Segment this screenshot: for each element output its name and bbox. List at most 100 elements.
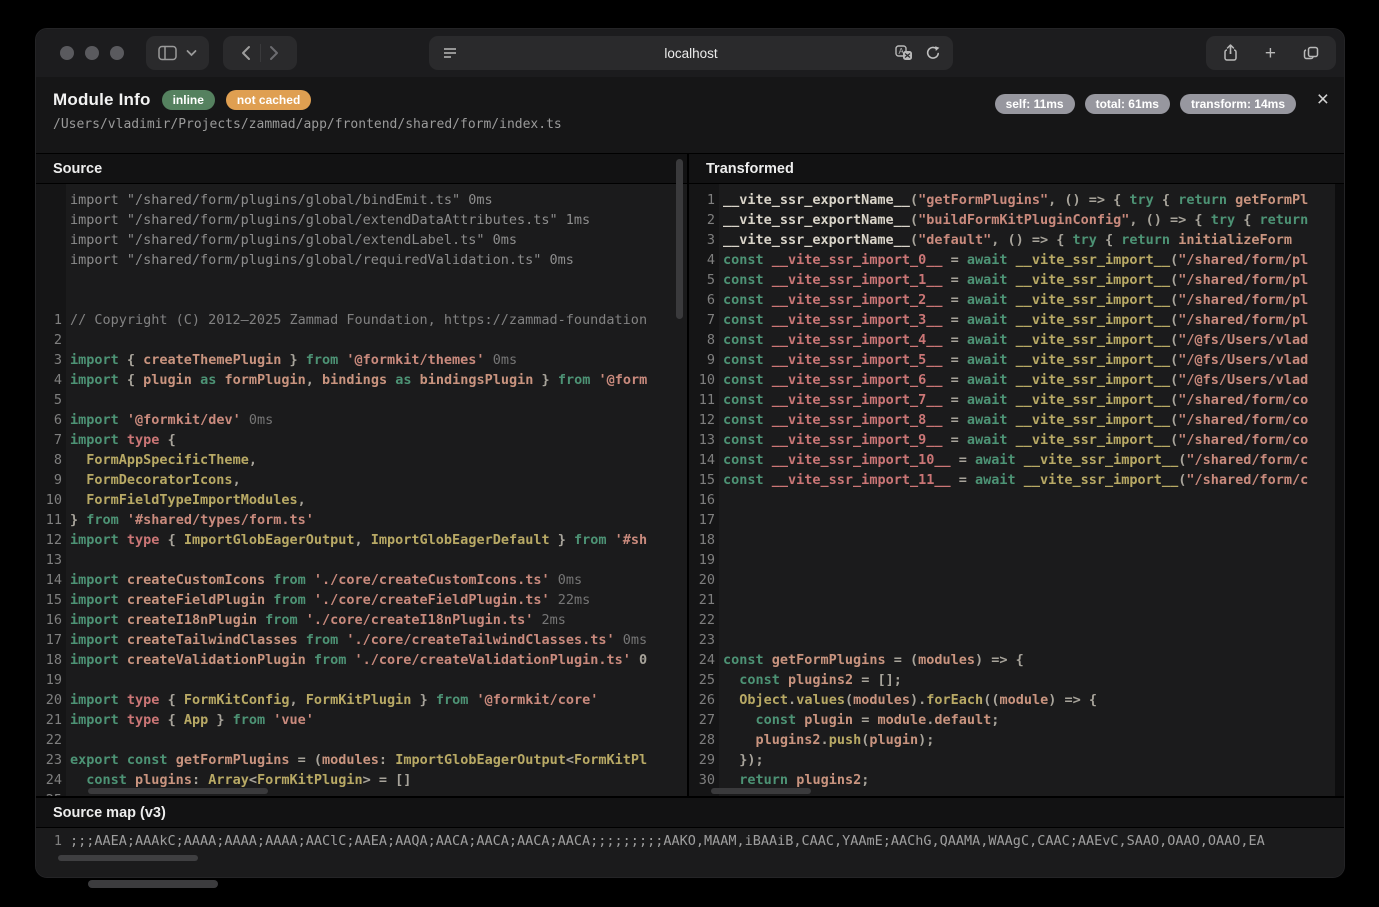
code-line: 12const __vite_ssr_import_8__ = await __… [689,410,1344,430]
code-line: 10const __vite_ssr_import_6__ = await __… [689,370,1344,390]
source-panel-title: Source [36,154,687,184]
source-code: import "/shared/form/plugins/global/bind… [36,184,687,797]
browser-toolbar: localhost A [36,29,1344,77]
code-line: 3import { createThemePlugin } from '@for… [36,350,687,370]
code-line: 26 Object.values(modules).forEach((modul… [689,690,1344,710]
code-line: 14import createCustomIcons from './core/… [36,570,687,590]
code-line: 4import { plugin as formPlugin, bindings… [36,370,687,390]
code-line: 5 [36,390,687,410]
code-line: 11const __vite_ssr_import_7__ = await __… [689,390,1344,410]
source-vertical-scrollbar[interactable] [676,159,683,319]
address-bar[interactable]: localhost A [429,36,953,70]
inline-badge: inline [162,90,215,110]
code-line: 6const __vite_ssr_import_2__ = await __v… [689,290,1344,310]
code-line: 13 [36,550,687,570]
forward-button[interactable] [269,45,280,61]
desktop: { "browser": { "url": "localhost", "icon… [0,0,1379,907]
total-time-badge: total: 61ms [1085,94,1170,114]
code-line: import "/shared/form/plugins/global/requ… [36,250,687,270]
code-line: 17 [689,510,1344,530]
code-line: 18import createValidationPlugin from './… [36,650,687,670]
code-line: 24const getFormPlugins = (modules) => { [689,650,1344,670]
code-line: 16 [689,490,1344,510]
code-line: 7const __vite_ssr_import_3__ = await __v… [689,310,1344,330]
code-line: 3__vite_ssr_exportName__("default", () =… [689,230,1344,250]
code-line: 30 return plugins2; [689,770,1344,790]
chevron-down-icon[interactable] [186,49,197,57]
code-line: 27 const plugin = module.default; [689,710,1344,730]
window-controls [60,46,124,60]
code-line: 6import '@formkit/dev' 0ms [36,410,687,430]
transformed-panel: Transformed 1__vite_ssr_exportName__("ge… [689,154,1344,797]
code-panels: Source import "/shared/form/plugins/glob… [36,153,1344,797]
share-icon[interactable] [1222,43,1239,63]
code-line: 2__vite_ssr_exportName__("buildFormKitPl… [689,210,1344,230]
code-line: 15const __vite_ssr_import_11__ = await _… [689,470,1344,490]
code-line: 8 FormAppSpecificTheme, [36,450,687,470]
sourcemap-section: Source map (v3) 1;;;AAEA;AAAkC;AAAA;AAAA… [36,796,1344,877]
code-line: 2 [36,330,687,350]
code-line: 10 FormFieldTypeImportModules, [36,490,687,510]
code-line: 21import type { App } from 'vue' [36,710,687,730]
transform-time-badge: transform: 14ms [1180,94,1296,114]
code-line: 12import type { ImportGlobEagerOutput, I… [36,530,687,550]
code-line: import "/shared/form/plugins/global/bind… [36,190,687,210]
code-line: 13const __vite_ssr_import_9__ = await __… [689,430,1344,450]
code-line: 14const __vite_ssr_import_10__ = await _… [689,450,1344,470]
self-time-badge: self: 11ms [995,94,1075,114]
timing-badges: self: 11ms total: 61ms transform: 14ms [995,94,1296,114]
url-text: localhost [429,46,953,61]
not-cached-badge: not cached [226,90,311,110]
code-line: 21 [689,590,1344,610]
code-line: 5const __vite_ssr_import_1__ = await __v… [689,270,1344,290]
code-line: 23 [689,630,1344,650]
browser-window: localhost A [35,28,1345,878]
code-line: 22 [689,610,1344,630]
code-line: 23export const getFormPlugins = (modules… [36,750,687,770]
sidebar-icon[interactable] [158,45,177,61]
code-line: 18 [689,530,1344,550]
code-line: 8const __vite_ssr_import_4__ = await __v… [689,330,1344,350]
code-line: 17import createTailwindClasses from './c… [36,630,687,650]
close-icon[interactable]: × [1317,89,1329,110]
code-line [36,270,687,290]
code-line: 28 plugins2.push(plugin); [689,730,1344,750]
transformed-panel-title: Transformed [689,154,1344,184]
sourcemap-code: 1;;;AAEA;AAAkC;AAAA;AAAA;AAAA;AAClC;AAEA… [36,828,1344,851]
code-line: 9const __vite_ssr_import_5__ = await __v… [689,350,1344,370]
back-button[interactable] [240,45,251,61]
minimize-window-button[interactable] [85,46,99,60]
source-panel: Source import "/shared/form/plugins/glob… [36,154,689,797]
close-window-button[interactable] [60,46,74,60]
transformed-code: 1__vite_ssr_exportName__("getFormPlugins… [689,184,1344,797]
code-line: 1;;;AAEA;AAAkC;AAAA;AAAA;AAAA;AAClC;AAEA… [36,831,1344,851]
code-line: 16import createI18nPlugin from './core/c… [36,610,687,630]
code-line: 24 const plugins: Array<FormKitPlugin> =… [36,770,687,790]
code-line: 7import type { [36,430,687,450]
transformed-horizontal-scrollbar[interactable] [711,788,811,794]
sidebar-toggle-group [146,36,209,70]
code-line: 20import type { FormKitConfig, FormKitPl… [36,690,687,710]
page-horizontal-scrollbar[interactable] [88,880,218,888]
code-line: 25 const plugins2 = []; [689,670,1344,690]
code-line: 4const __vite_ssr_import_0__ = await __v… [689,250,1344,270]
code-line: 19 [36,670,687,690]
module-info-header: Module Info inline not cached self: 11ms… [36,77,1344,153]
tab-overview-icon[interactable] [1302,44,1320,62]
code-line: 29 }); [689,750,1344,770]
source-horizontal-scrollbar[interactable] [88,788,268,794]
code-line: 15import createFieldPlugin from './core/… [36,590,687,610]
code-line: 19 [689,550,1344,570]
code-line: 1__vite_ssr_exportName__("getFormPlugins… [689,190,1344,210]
zoom-window-button[interactable] [110,46,124,60]
code-line: 22 [36,730,687,750]
code-line: 1// Copyright (C) 2012–2025 Zammad Found… [36,310,687,330]
sourcemap-horizontal-scrollbar[interactable] [58,855,198,861]
code-line: import "/shared/form/plugins/global/exte… [36,210,687,230]
sourcemap-title: Source map (v3) [36,798,1344,828]
toolbar-right-group: + [1206,36,1336,70]
new-tab-icon[interactable]: + [1265,44,1276,63]
nav-buttons [223,36,297,70]
nav-divider [260,44,261,62]
code-line: 11} from '#shared/types/form.ts' [36,510,687,530]
